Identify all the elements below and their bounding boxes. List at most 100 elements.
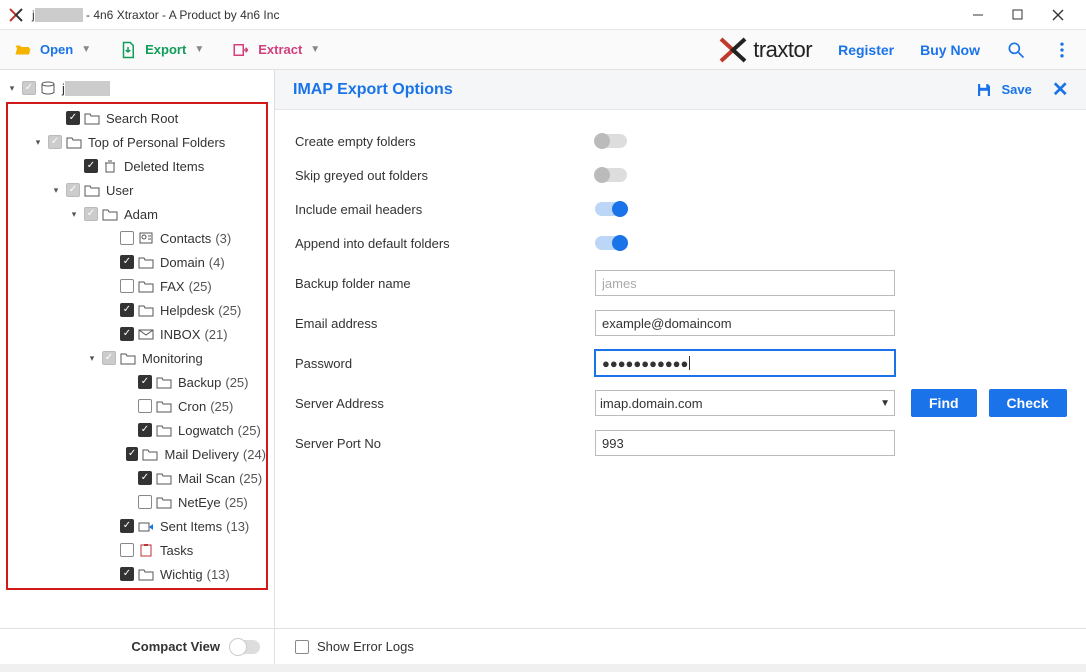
tree-item[interactable]: Deleted Items — [8, 154, 266, 178]
compact-view-toggle[interactable] — [230, 640, 260, 654]
extract-icon — [232, 41, 250, 59]
checkbox[interactable] — [22, 81, 36, 95]
server-port-input[interactable] — [595, 430, 895, 456]
more-icon[interactable] — [1052, 40, 1072, 60]
checkbox[interactable] — [138, 399, 152, 413]
checkbox[interactable] — [120, 543, 134, 557]
checkbox[interactable] — [120, 231, 134, 245]
show-error-logs-checkbox[interactable] — [295, 640, 309, 654]
close-button[interactable] — [1038, 1, 1078, 29]
chevron-down-icon: ▼ — [310, 44, 320, 55]
checkbox[interactable] — [138, 471, 152, 485]
checkbox[interactable] — [120, 567, 134, 581]
tree-item[interactable]: ▾ Monitoring — [8, 346, 266, 370]
trash-icon — [102, 159, 118, 173]
tree-item-label: NetEye — [178, 495, 221, 510]
tree-root[interactable]: ▾ jxxxxxxx — [4, 76, 270, 100]
tree-item[interactable]: Search Root — [8, 106, 266, 130]
folder-icon — [156, 471, 172, 485]
buy-now-link[interactable]: Buy Now — [920, 42, 980, 58]
include-headers-toggle[interactable] — [595, 202, 627, 216]
tree-item-label: Deleted Items — [124, 159, 204, 174]
check-button[interactable]: Check — [989, 389, 1067, 417]
password-input[interactable]: ●●●●●●●●●●● — [595, 350, 895, 376]
expander-icon[interactable]: ▾ — [86, 353, 98, 364]
checkbox[interactable] — [66, 111, 80, 125]
checkbox[interactable] — [138, 375, 152, 389]
tree-item-label: Domain — [160, 255, 205, 270]
folder-icon — [156, 495, 172, 509]
tree-item[interactable]: ▾ Top of Personal Folders — [8, 130, 266, 154]
checkbox[interactable] — [120, 303, 134, 317]
checkbox[interactable] — [48, 135, 62, 149]
backup-name-input[interactable] — [595, 270, 895, 296]
tree-item[interactable]: ▾ User — [8, 178, 266, 202]
tree-item[interactable]: Mail Delivery (24) — [8, 442, 266, 466]
tree-item-count: (13) — [226, 519, 249, 534]
expander-icon[interactable]: ▾ — [6, 83, 18, 94]
tree-item[interactable]: Helpdesk (25) — [8, 298, 266, 322]
checkbox[interactable] — [84, 159, 98, 173]
expander-icon[interactable]: ▾ — [32, 137, 44, 148]
extract-button[interactable]: Extract ▼ — [232, 41, 320, 59]
skip-greyed-toggle[interactable] — [595, 168, 627, 182]
open-button[interactable]: Open ▼ — [14, 41, 91, 59]
tree-item[interactable]: NetEye (25) — [8, 490, 266, 514]
tree-item-count: (25) — [210, 399, 233, 414]
expander-icon[interactable]: ▾ — [50, 185, 62, 196]
checkbox[interactable] — [126, 447, 139, 461]
maximize-button[interactable] — [998, 1, 1038, 29]
checkbox[interactable] — [138, 423, 152, 437]
show-error-logs-label: Show Error Logs — [317, 639, 414, 654]
minimize-button[interactable] — [958, 1, 998, 29]
export-button[interactable]: Export ▼ — [119, 41, 204, 59]
folder-icon — [66, 135, 82, 149]
checkbox[interactable] — [120, 255, 134, 269]
email-input[interactable] — [595, 310, 895, 336]
save-button[interactable]: Save — [975, 81, 1031, 99]
append-default-toggle[interactable] — [595, 236, 627, 250]
tree-item[interactable]: Backup (25) — [8, 370, 266, 394]
tree-item[interactable]: Logwatch (25) — [8, 418, 266, 442]
folder-tree[interactable]: ▾ jxxxxxxx Search Root ▾ Top of Personal F… — [0, 70, 274, 628]
checkbox[interactable] — [84, 207, 98, 221]
content-footer: Show Error Logs — [275, 628, 1086, 664]
checkbox[interactable] — [138, 495, 152, 509]
checkbox[interactable] — [120, 279, 134, 293]
checkbox[interactable] — [102, 351, 116, 365]
tree-item-label: Mail Scan — [178, 471, 235, 486]
tree-item[interactable]: INBOX (21) — [8, 322, 266, 346]
chevron-down-icon: ▼ — [81, 44, 91, 55]
find-button[interactable]: Find — [911, 389, 977, 417]
tree-item-label: Monitoring — [142, 351, 203, 366]
tree-item[interactable]: Mail Scan (25) — [8, 466, 266, 490]
toolbar: Open ▼ Export ▼ Extract ▼ traxtor Regist… — [0, 30, 1086, 70]
backup-name-label: Backup folder name — [295, 276, 595, 291]
checkbox[interactable] — [66, 183, 80, 197]
tree-item-label: Helpdesk — [160, 303, 214, 318]
tree-item-label: INBOX — [160, 327, 200, 342]
tree-item[interactable]: Sent Items (13) — [8, 514, 266, 538]
expander-icon[interactable]: ▾ — [68, 209, 80, 220]
tree-item-count: (21) — [204, 327, 227, 342]
tree-item-label: Tasks — [160, 543, 193, 558]
tree-item[interactable]: FAX (25) — [8, 274, 266, 298]
save-icon — [975, 81, 993, 99]
tree-item[interactable]: Contacts (3) — [8, 226, 266, 250]
register-link[interactable]: Register — [838, 42, 894, 58]
tree-item-label: Top of Personal Folders — [88, 135, 225, 150]
search-icon[interactable] — [1006, 40, 1026, 60]
checkbox[interactable] — [120, 519, 134, 533]
tree-item-count: (25) — [225, 375, 248, 390]
close-panel-button[interactable]: ✕ — [1052, 77, 1069, 102]
create-empty-toggle[interactable] — [595, 134, 627, 148]
tree-item[interactable]: Domain (4) — [8, 250, 266, 274]
tree-item[interactable]: ▾Adam — [8, 202, 266, 226]
tree-item-label: User — [106, 183, 133, 198]
tree-item[interactable]: Cron (25) — [8, 394, 266, 418]
tree-item[interactable]: Wichtig (13) — [8, 562, 266, 586]
server-addr-select[interactable]: imap.domain.com ▼ — [595, 390, 895, 416]
tree-item[interactable]: Tasks — [8, 538, 266, 562]
database-icon — [40, 81, 56, 95]
checkbox[interactable] — [120, 327, 134, 341]
